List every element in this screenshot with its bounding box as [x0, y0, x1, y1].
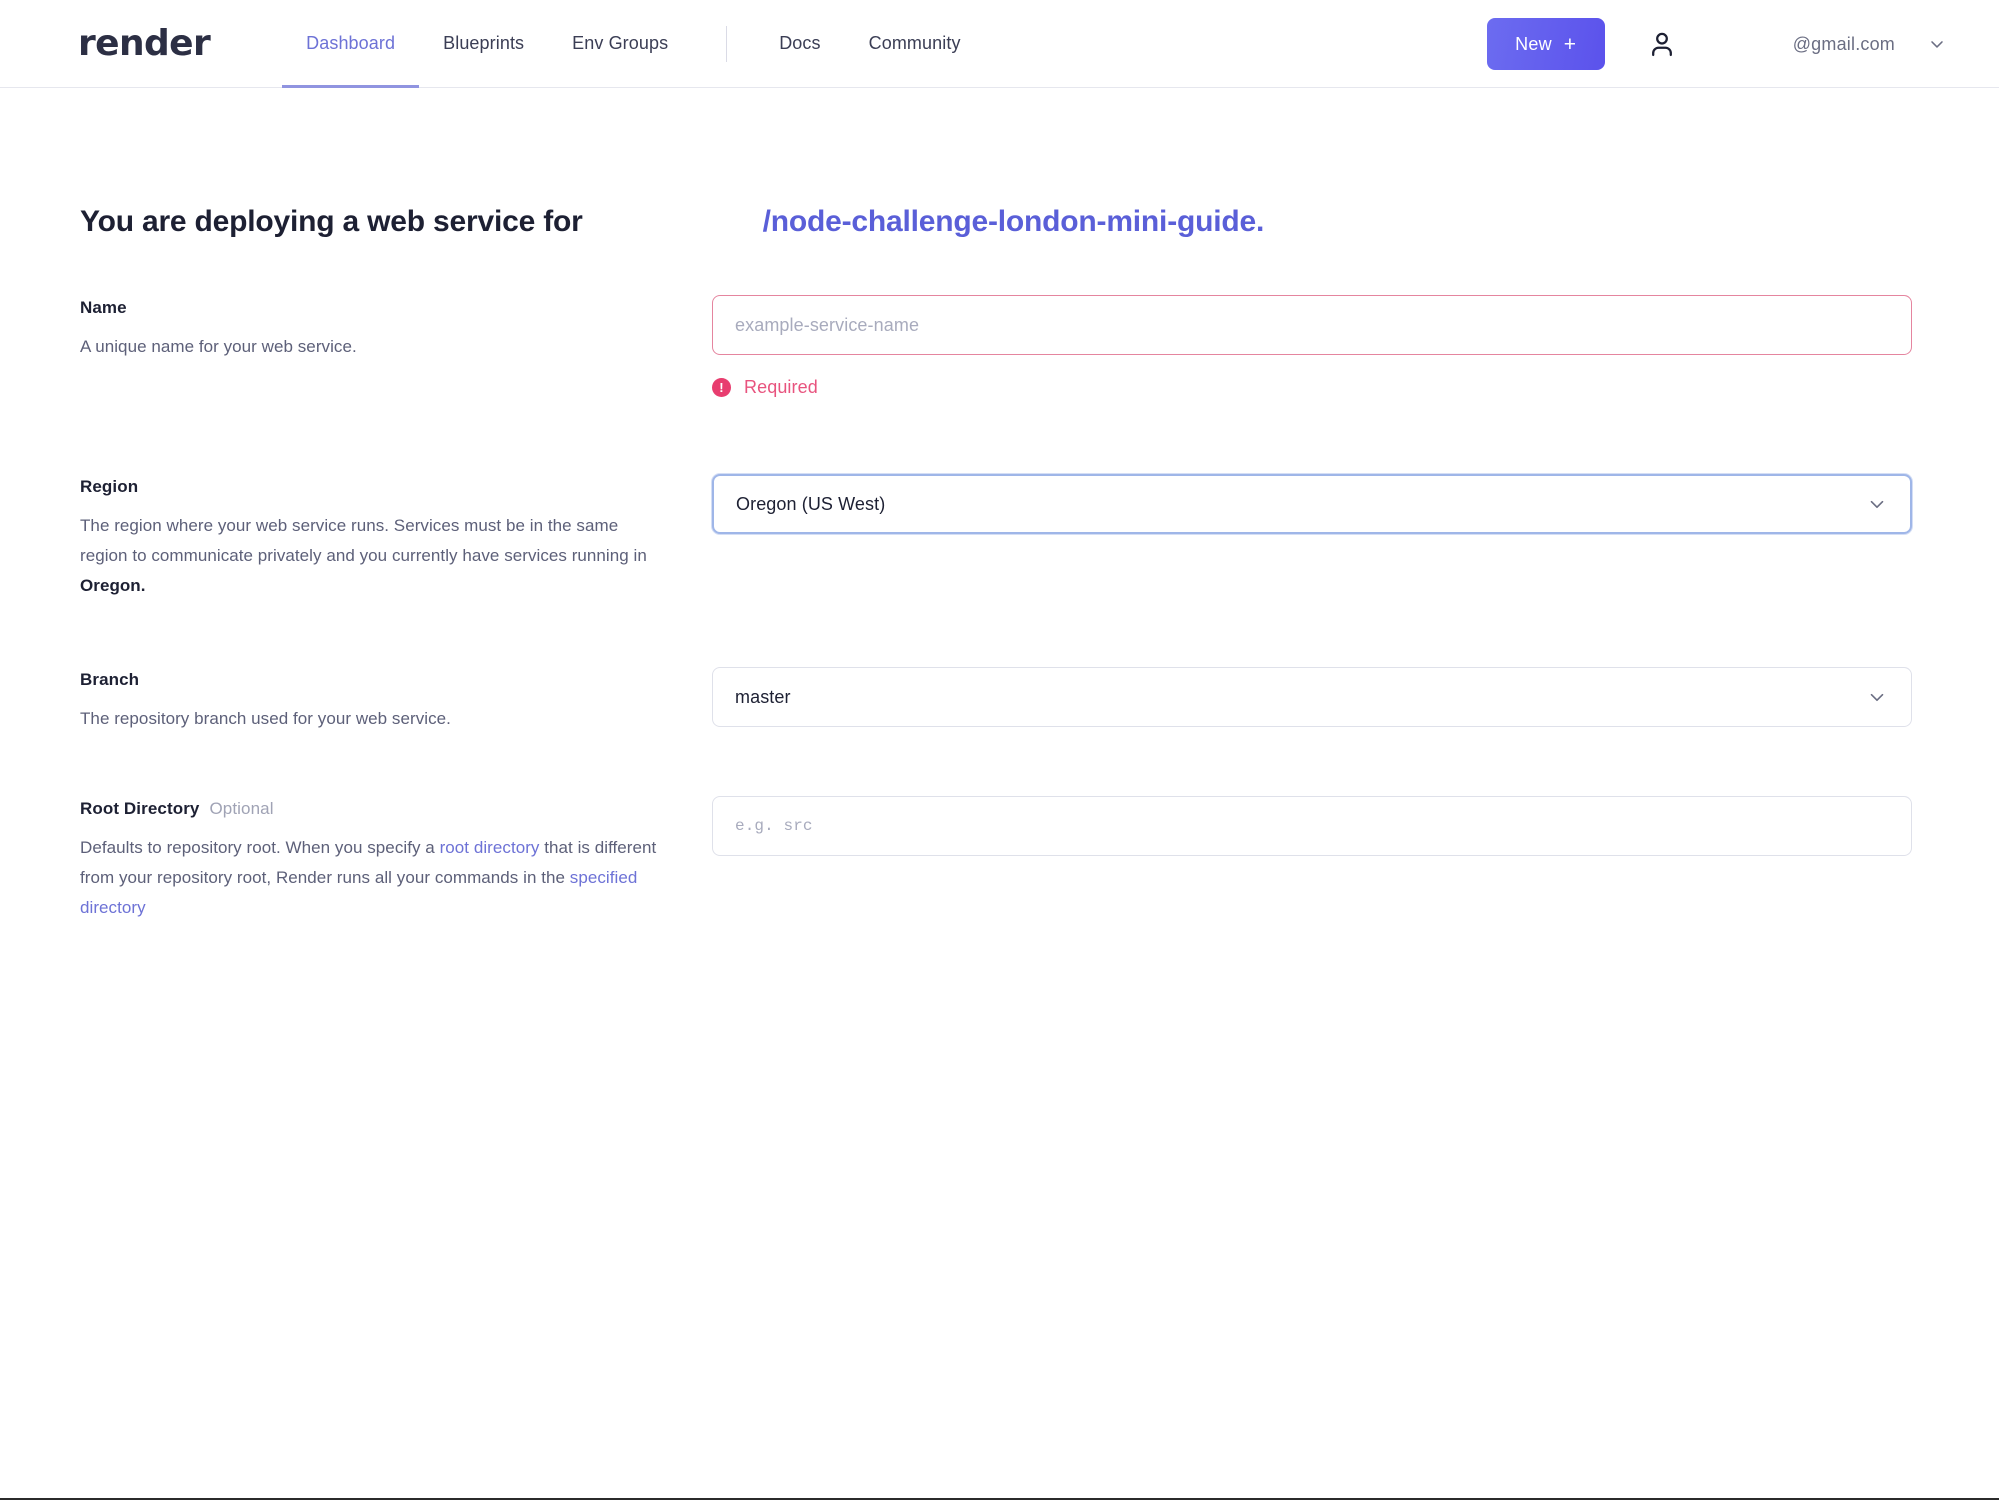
field-root-directory: Root Directory Optional Defaults to repos…	[80, 796, 1999, 923]
nav-link-blueprints-label: Blueprints	[443, 33, 525, 53]
optional-tag: Optional	[209, 799, 274, 818]
name-required-error: ! Required	[712, 377, 1912, 398]
nav-link-blueprints[interactable]: Blueprints	[419, 0, 548, 88]
region-select-wrapper: Oregon (US West)	[712, 474, 1912, 534]
field-region-control: Oregon (US West)	[712, 474, 1999, 534]
field-root-directory-control	[712, 796, 1999, 856]
nav-divider	[726, 25, 728, 62]
nav-link-community[interactable]: Community	[845, 0, 985, 88]
field-root-directory-labels: Root Directory Optional Defaults to repos…	[80, 796, 712, 923]
field-root-directory-title: Root Directory Optional	[80, 799, 712, 819]
root-dir-desc-part1: Defaults to repository root. When you sp…	[80, 838, 440, 857]
field-root-directory-title-text: Root Directory	[80, 799, 200, 818]
field-branch-labels: Branch The repository branch used for yo…	[80, 667, 712, 734]
page-title: You are deploying a web service for /nod…	[80, 205, 1999, 239]
page-title-lead: You are deploying a web service for	[80, 205, 583, 238]
root-directory-link[interactable]: root directory	[440, 838, 540, 857]
nav-link-env-groups-label: Env Groups	[572, 33, 669, 53]
primary-nav: Dashboard Blueprints Env Groups Docs Com…	[282, 0, 984, 88]
name-required-error-text: Required	[744, 377, 818, 397]
field-name: Name A unique name for your web service.…	[80, 295, 1999, 398]
nav-link-dashboard-label: Dashboard	[306, 33, 396, 53]
region-select-value: Oregon (US West)	[736, 493, 886, 514]
field-name-labels: Name A unique name for your web service.	[80, 295, 712, 362]
plus-icon: +	[1563, 32, 1577, 56]
account-menu[interactable]: @gmail.com	[1793, 34, 1947, 55]
service-name-input[interactable]	[712, 295, 1912, 355]
branch-select[interactable]: master	[712, 667, 1912, 727]
field-region-description-bold: Oregon.	[80, 576, 146, 595]
nav-link-docs[interactable]: Docs	[755, 0, 844, 88]
root-directory-input[interactable]	[712, 796, 1912, 856]
nav-right-cluster: New + @gmail.com	[1486, 0, 1999, 88]
nav-link-docs-label: Docs	[779, 33, 821, 53]
web-service-form: Name A unique name for your web service.…	[0, 295, 1999, 923]
new-button[interactable]: New +	[1486, 18, 1605, 70]
render-logo[interactable]: render	[78, 25, 211, 62]
account-email: @gmail.com	[1792, 33, 1895, 54]
field-region-title: Region	[80, 477, 139, 496]
field-region-description-text: The region where your web service runs. …	[80, 516, 647, 565]
field-branch: Branch The repository branch used for yo…	[80, 667, 1999, 734]
field-name-description: A unique name for your web service.	[80, 337, 357, 356]
chevron-down-icon	[1927, 34, 1947, 54]
field-root-directory-description: Defaults to repository root. When you sp…	[80, 833, 660, 923]
branch-select-wrapper: master	[712, 667, 1912, 727]
nav-link-env-groups[interactable]: Env Groups	[548, 0, 692, 88]
repo-name-link[interactable]: /node-challenge-london-mini-guide.	[763, 205, 1265, 239]
field-branch-title: Branch	[80, 670, 140, 689]
field-name-title: Name	[80, 298, 127, 317]
field-branch-control: master	[712, 667, 1999, 727]
nav-link-community-label: Community	[868, 33, 961, 53]
nav-link-dashboard[interactable]: Dashboard	[282, 0, 419, 88]
branch-select-value: master	[735, 686, 791, 707]
person-icon[interactable]	[1643, 25, 1681, 63]
exclamation-circle-icon: !	[712, 378, 731, 397]
top-navbar: render Dashboard Blueprints Env Groups D…	[0, 0, 1999, 88]
field-region-labels: Region The region where your web service…	[80, 474, 712, 601]
field-region-description: The region where your web service runs. …	[80, 511, 660, 601]
field-region: Region The region where your web service…	[80, 474, 1999, 601]
new-button-label: New	[1515, 33, 1552, 54]
region-select[interactable]: Oregon (US West)	[712, 474, 1912, 534]
field-branch-description: The repository branch used for your web …	[80, 709, 451, 728]
field-name-control: ! Required	[712, 295, 1999, 398]
